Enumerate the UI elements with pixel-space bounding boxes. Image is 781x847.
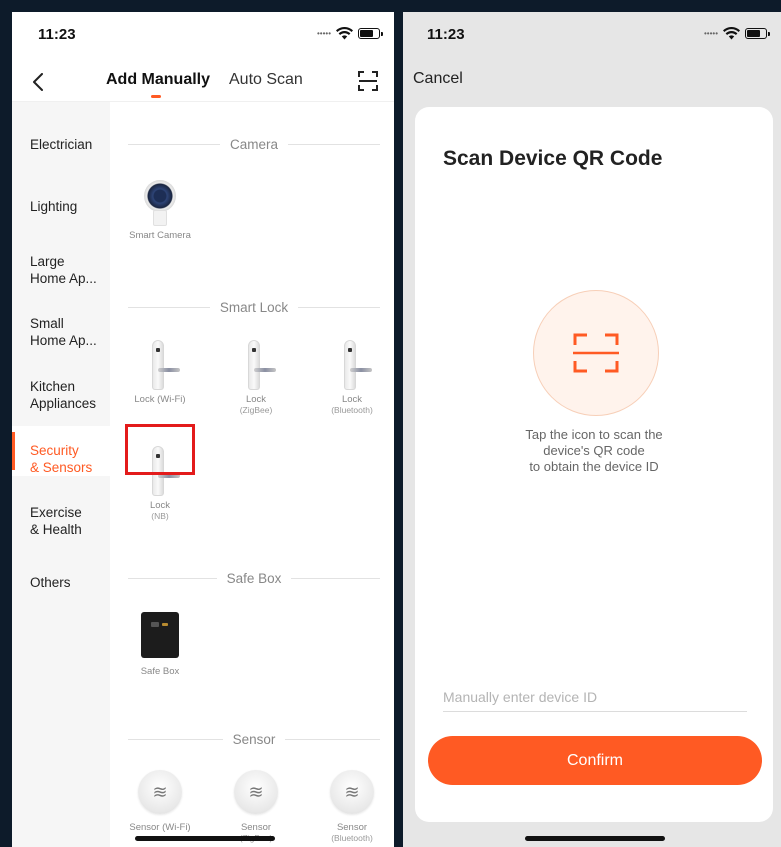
home-indicator [135,836,275,841]
scan-card: Scan Device QR Code Tap the icon to scan… [415,107,773,822]
device-sensor-bluetooth[interactable]: ≋ Sensor (Bluetooth) [312,770,392,844]
device-sensor-wifi[interactable]: ≋ Sensor (Wi-Fi) [120,770,200,833]
sidebar-item-security-sensors[interactable]: Security & Sensors [12,426,110,476]
device-safe-box[interactable]: Safe Box [120,612,200,677]
camera-icon [144,180,176,226]
device-lock-bluetooth[interactable]: Lock (Bluetooth) [312,340,392,416]
sidebar-item-large-home-appliances[interactable]: Large Home Ap... [12,253,110,287]
home-indicator [525,836,665,841]
wifi-icon [336,27,353,40]
smart-lock-icon [138,340,182,390]
smart-lock-icon [330,340,374,390]
sidebar-item-label: Security & Sensors [30,443,93,475]
status-time: 11:23 [38,26,76,43]
scan-hint: Tap the icon to scan the device's QR cod… [525,427,663,474]
cancel-button[interactable]: Cancel [413,70,463,88]
battery-icon [745,28,770,39]
section-header-sensor: Sensor [128,731,380,747]
device-lock-zigbee[interactable]: Lock (ZigBee) [216,340,296,416]
content: Electrician Lighting Large Home Ap... Sm… [12,102,394,847]
device-list: Camera Smart Camera Smart Lock Lock (Wi-… [110,102,394,847]
chevron-left-icon [33,73,43,91]
battery-icon [358,28,383,39]
device-id-input[interactable] [443,682,747,712]
smart-lock-icon [234,340,278,390]
sidebar-item-label: Others [30,575,71,590]
sidebar-item-exercise-health[interactable]: Exercise & Health [12,504,110,538]
category-sidebar: Electrician Lighting Large Home Ap... Sm… [12,102,110,847]
sidebar-item-label: Large Home Ap... [30,254,97,286]
device-lock-nb[interactable]: Lock (NB) [120,446,200,522]
sensor-icon: ≋ [330,770,374,814]
section-header-camera: Camera [128,136,381,152]
sidebar-item-others[interactable]: Others [12,574,110,591]
section-header-smart-lock: Smart Lock [128,299,380,315]
smart-lock-icon [138,446,182,496]
status-icons: ••••• [703,27,770,40]
device-smart-camera[interactable]: Smart Camera [120,180,200,241]
confirm-button[interactable]: Confirm [428,736,762,785]
sidebar-item-label: Electrician [30,137,93,152]
sensor-icon: ≋ [138,770,182,814]
safe-box-icon [141,612,179,658]
wifi-icon [723,27,740,40]
sidebar-item-lighting[interactable]: Lighting [12,198,110,215]
sensor-icon: ≋ [234,770,278,814]
sidebar-item-kitchen-appliances[interactable]: Kitchen Appliances [12,378,110,412]
nav-bar: Add Manually Auto Scan [12,62,394,102]
add-device-screen: 11:23 ••••• Add Manually Auto Scan Elect… [12,12,394,847]
sidebar-item-label: Lighting [30,199,78,214]
sidebar-item-label: Kitchen Appliances [30,379,97,411]
scan-qr-button[interactable] [533,290,659,416]
qr-scan-icon [573,333,619,373]
status-time: 11:23 [427,26,465,43]
scan-qr-screen: 11:23 ••••• Cancel Scan Device QR Code T… [403,12,781,847]
device-sensor-zigbee[interactable]: ≋ Sensor (ZigBee) [216,770,296,844]
status-icons: ••••• [316,27,383,40]
section-header-safe-box: Safe Box [128,570,381,586]
signal-dots-icon: ••••• [316,29,331,38]
sidebar-item-electrician[interactable]: Electrician [12,136,110,153]
sidebar-item-label: Exercise & Health [30,505,82,537]
sidebar-item-label: Small Home Ap... [30,316,97,348]
active-tab-indicator [151,95,161,98]
tab-add-manually[interactable]: Add Manually [106,71,210,89]
back-button[interactable] [24,68,52,96]
status-bar: 11:23 ••••• [12,12,394,62]
scan-icon[interactable] [356,69,380,93]
signal-dots-icon: ••••• [703,29,718,38]
tab-auto-scan[interactable]: Auto Scan [229,71,303,89]
page-title: Scan Device QR Code [443,147,663,170]
status-bar: 11:23 ••••• [403,12,781,62]
device-lock-wifi[interactable]: Lock (Wi-Fi) [120,340,200,405]
sidebar-item-small-home-appliances[interactable]: Small Home Ap... [12,315,110,349]
